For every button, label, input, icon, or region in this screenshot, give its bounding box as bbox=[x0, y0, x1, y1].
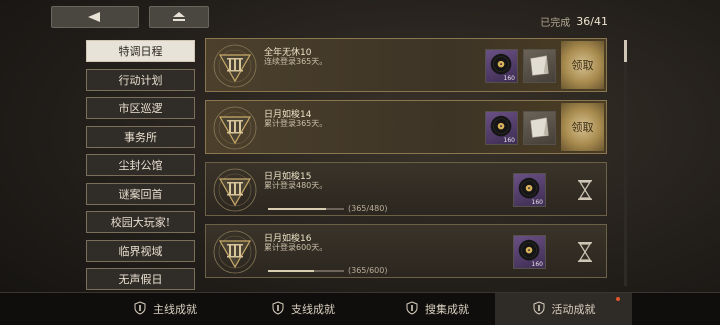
reward-quantity: 160 bbox=[503, 137, 515, 144]
sidebar-item[interactable]: 市区巡逻 bbox=[86, 97, 195, 119]
winged-shield-icon bbox=[405, 300, 419, 318]
progress-bar bbox=[268, 270, 344, 272]
achievement-description: 累计登录480天。 bbox=[264, 181, 328, 190]
bottom-tab-bar: 主线成就 支线成就 搜集成就 活动成就 bbox=[0, 292, 720, 325]
achievement-badge-icon bbox=[212, 43, 258, 89]
claim-button[interactable]: 领取 bbox=[561, 41, 604, 89]
reward-quantity: 160 bbox=[531, 261, 543, 268]
sidebar-item[interactable]: 谜案回首 bbox=[86, 182, 195, 205]
achievement-description: 连续登录365天。 bbox=[264, 57, 328, 66]
shield-icon bbox=[133, 300, 147, 318]
tab-shield[interactable]: 主线成就 bbox=[120, 293, 210, 325]
tab-label: 主线成就 bbox=[153, 303, 197, 316]
progress-text: (365/600) bbox=[348, 266, 388, 275]
achievement-badge-icon bbox=[212, 229, 258, 275]
completion-progress: 已完成 36/41 bbox=[540, 14, 608, 29]
sidebar-item[interactable]: 无声假日 bbox=[86, 268, 195, 290]
progress-bar-fill bbox=[268, 208, 326, 210]
reward-quantity: 160 bbox=[531, 199, 543, 206]
reward-item[interactable]: 160 bbox=[485, 49, 518, 83]
tab-label: 搜集成就 bbox=[425, 303, 469, 316]
sidebar-item[interactable]: 特调日程 bbox=[86, 40, 195, 62]
card-icon bbox=[271, 300, 285, 318]
progress-bar bbox=[268, 208, 344, 210]
completion-label: 已完成 bbox=[540, 18, 571, 29]
reward-item[interactable] bbox=[523, 111, 556, 145]
tab-winged-shield[interactable]: 搜集成就 bbox=[392, 293, 482, 325]
achievement-badge-icon bbox=[212, 167, 258, 213]
achievement-badge-icon bbox=[212, 105, 258, 151]
progress-bar-fill bbox=[268, 270, 315, 272]
achievement-card: 日月如梭16 累计登录600天。 (365/600) 160 bbox=[205, 224, 607, 278]
tab-winged-star[interactable]: 活动成就 bbox=[495, 293, 632, 325]
achievement-card: 日月如梭15 累计登录480天。 (365/480) 160 bbox=[205, 162, 607, 216]
notification-dot bbox=[616, 297, 620, 301]
reward-quantity: 160 bbox=[503, 75, 515, 82]
back-button[interactable] bbox=[51, 6, 139, 28]
sidebar-item[interactable]: 行动计划 bbox=[86, 68, 195, 91]
sidebar-item[interactable]: 尘封公馆 bbox=[86, 154, 195, 176]
tab-label: 活动成就 bbox=[551, 303, 596, 316]
category-sidebar: 特调日程行动计划市区巡逻事务所尘封公馆谜案回首校园大玩家! 临界视域无声假日 bbox=[86, 40, 195, 297]
reward-item[interactable]: 160 bbox=[513, 235, 546, 269]
reward-item[interactable]: 160 bbox=[513, 173, 546, 207]
paper-document-icon bbox=[524, 117, 555, 148]
winged-star-icon bbox=[532, 300, 546, 318]
achievement-list: 全年无休10 连续登录365天。 160 领取 日月如梭14 累计登录365天。 160 领取… bbox=[205, 38, 607, 290]
back-arrow-icon bbox=[88, 12, 100, 22]
home-button[interactable] bbox=[149, 6, 209, 28]
scrollbar-thumb[interactable] bbox=[624, 40, 627, 62]
sidebar-item[interactable]: 事务所 bbox=[86, 125, 195, 148]
achievement-card: 日月如梭14 累计登录365天。 160 领取 bbox=[205, 100, 607, 154]
hourglass-icon bbox=[576, 241, 594, 263]
list-scrollbar[interactable] bbox=[624, 40, 627, 286]
sidebar-item[interactable]: 校园大玩家! bbox=[86, 211, 195, 233]
sidebar-item[interactable]: 临界视域 bbox=[86, 239, 195, 262]
tab-label: 支线成就 bbox=[291, 303, 335, 316]
achievement-description: 累计登录600天。 bbox=[264, 243, 328, 252]
completion-value: 36/41 bbox=[576, 15, 608, 28]
tab-card[interactable]: 支线成就 bbox=[258, 293, 348, 325]
achievement-card: 全年无休10 连续登录365天。 160 领取 bbox=[205, 38, 607, 92]
achievement-description: 累计登录365天。 bbox=[264, 119, 328, 128]
progress-text: (365/480) bbox=[348, 204, 388, 213]
reward-item[interactable] bbox=[523, 49, 556, 83]
reward-item[interactable]: 160 bbox=[485, 111, 518, 145]
home-icon bbox=[173, 12, 185, 21]
paper-document-icon bbox=[524, 55, 555, 86]
hourglass-icon bbox=[576, 179, 594, 201]
claim-button[interactable]: 领取 bbox=[561, 103, 604, 151]
